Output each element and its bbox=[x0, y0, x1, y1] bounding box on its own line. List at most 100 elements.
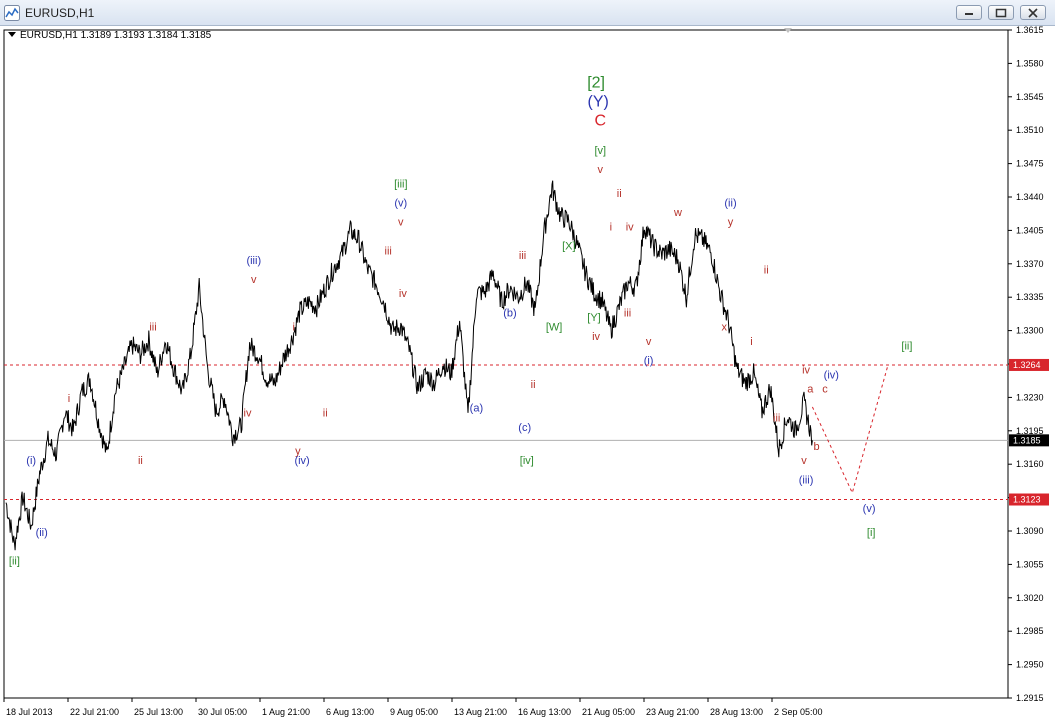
wave-label: [W] bbox=[546, 322, 563, 334]
symbol-header-text: EURUSD,H1 1.3189 1.3193 1.3184 1.3185 bbox=[20, 30, 212, 41]
wave-label: [v] bbox=[594, 145, 606, 157]
wave-label: iv bbox=[244, 407, 252, 419]
wave-label: iv bbox=[399, 288, 407, 300]
price-level-label: 1.3264 bbox=[1013, 360, 1041, 370]
wave-label: (b) bbox=[503, 307, 516, 319]
wave-label: [iv] bbox=[520, 455, 534, 467]
wave-label: i bbox=[610, 221, 612, 233]
wave-label: v bbox=[598, 164, 604, 176]
wave-label: (Y) bbox=[588, 93, 609, 110]
y-tick-label: 1.3020 bbox=[1016, 593, 1044, 603]
y-tick-label: 1.3055 bbox=[1016, 559, 1044, 569]
wave-label: ii bbox=[617, 188, 622, 200]
wave-label: iii bbox=[624, 307, 631, 319]
x-tick-label: 13 Aug 21:00 bbox=[454, 707, 507, 717]
wave-label: iv bbox=[592, 331, 600, 343]
y-tick-label: 1.2915 bbox=[1016, 693, 1044, 703]
wave-label: ii bbox=[531, 379, 536, 391]
wave-label: (iv) bbox=[294, 455, 309, 467]
wave-label: [2] bbox=[587, 74, 605, 91]
wave-label: iii bbox=[385, 245, 392, 257]
wave-label: (iii) bbox=[246, 255, 261, 267]
wave-label: (i) bbox=[644, 355, 654, 367]
close-button[interactable] bbox=[1020, 5, 1046, 20]
x-tick-label: 28 Aug 13:00 bbox=[710, 707, 763, 717]
y-tick-label: 1.3195 bbox=[1016, 426, 1044, 436]
x-tick-label: 21 Aug 05:00 bbox=[582, 707, 635, 717]
wave-label: [Y] bbox=[587, 312, 600, 324]
wave-label: ii bbox=[138, 455, 143, 467]
wave-label: (i) bbox=[26, 455, 36, 467]
y-tick-label: 1.3545 bbox=[1016, 92, 1044, 102]
x-tick-label: 30 Jul 05:00 bbox=[198, 707, 247, 717]
wave-label: ii bbox=[323, 407, 328, 419]
x-tick-label: 16 Aug 13:00 bbox=[518, 707, 571, 717]
x-tick-label: 1 Aug 21:00 bbox=[262, 707, 310, 717]
x-tick-label: 9 Aug 05:00 bbox=[390, 707, 438, 717]
price-level-label: 1.3185 bbox=[1013, 435, 1041, 445]
chart-window-icon bbox=[4, 5, 20, 21]
wave-label: b bbox=[814, 441, 820, 453]
maximize-button[interactable] bbox=[988, 5, 1014, 20]
price-chart[interactable]: 1.3615 1.3580 1.3545 1.3510 1.3475 1.3440 1.34… bbox=[0, 26, 1055, 726]
x-tick-label: 23 Aug 21:00 bbox=[646, 707, 699, 717]
y-tick-label: 1.3230 bbox=[1016, 392, 1044, 402]
minimize-button[interactable] bbox=[956, 5, 982, 20]
wave-label: (a) bbox=[470, 403, 483, 415]
x-tick-label: 2 Sep 05:00 bbox=[774, 707, 823, 717]
wave-label: (iv) bbox=[824, 369, 839, 381]
wave-label: iii bbox=[149, 322, 156, 334]
title-bar: EURUSD,H1 bbox=[0, 0, 1055, 26]
wave-label: iv bbox=[802, 365, 810, 377]
wave-label: [i] bbox=[867, 527, 876, 539]
y-tick-label: 1.3475 bbox=[1016, 159, 1044, 169]
wave-label: i bbox=[292, 322, 294, 334]
wave-label: (ii) bbox=[724, 198, 736, 210]
y-tick-label: 1.3510 bbox=[1016, 125, 1044, 135]
x-tick-label: 22 Jul 21:00 bbox=[70, 707, 119, 717]
close-icon bbox=[1028, 8, 1038, 18]
wave-label: ii bbox=[764, 264, 769, 276]
x-tick-label: 25 Jul 13:00 bbox=[134, 707, 183, 717]
x-tick-label: 6 Aug 13:00 bbox=[326, 707, 374, 717]
wave-label: (v) bbox=[394, 198, 407, 210]
minimize-icon bbox=[965, 13, 973, 15]
wave-label: i bbox=[750, 336, 752, 348]
wave-label: y bbox=[728, 217, 734, 229]
y-tick-label: 1.3405 bbox=[1016, 225, 1044, 235]
wave-label: v bbox=[646, 336, 652, 348]
symbol-header: EURUSD,H1 1.3189 1.3193 1.3184 1.3185 bbox=[8, 30, 211, 41]
y-tick-label: 1.2950 bbox=[1016, 660, 1044, 670]
y-tick-label: 1.3160 bbox=[1016, 459, 1044, 469]
wave-label: [ii] bbox=[901, 341, 912, 353]
wave-label: a bbox=[807, 384, 814, 396]
x-tick-label: 18 Jul 2013 bbox=[6, 707, 53, 717]
window-title: EURUSD,H1 bbox=[25, 6, 95, 20]
wave-label: v bbox=[801, 455, 807, 467]
wave-label: [ii] bbox=[9, 555, 20, 567]
wave-label: (ii) bbox=[36, 527, 48, 539]
y-tick-label: 1.3300 bbox=[1016, 326, 1044, 336]
y-tick-label: 1.3335 bbox=[1016, 292, 1044, 302]
wave-label: iii bbox=[773, 412, 780, 424]
wave-label: C bbox=[595, 112, 607, 129]
wave-label: (iii) bbox=[799, 474, 814, 486]
wave-label: (v) bbox=[863, 503, 876, 515]
wave-label: iv bbox=[626, 221, 634, 233]
chart-canvas[interactable]: 1.3615 1.3580 1.3545 1.3510 1.3475 1.3440 1.34… bbox=[0, 26, 1055, 726]
y-tick-label: 1.3090 bbox=[1016, 526, 1044, 536]
wave-label: v bbox=[251, 274, 257, 286]
wave-label: iii bbox=[519, 250, 526, 262]
y-tick-label: 1.3440 bbox=[1016, 192, 1044, 202]
wave-label: (c) bbox=[518, 422, 531, 434]
y-tick-label: 1.2985 bbox=[1016, 626, 1044, 636]
price-level-label: 1.3123 bbox=[1013, 495, 1041, 505]
wave-label: [X] bbox=[562, 240, 575, 252]
y-tick-label: 1.3615 bbox=[1016, 26, 1044, 35]
wave-label: x bbox=[721, 322, 727, 334]
wave-label: [iii] bbox=[394, 178, 407, 190]
y-tick-label: 1.3370 bbox=[1016, 259, 1044, 269]
wave-label: i bbox=[68, 393, 70, 405]
wave-label: v bbox=[398, 217, 404, 229]
dropdown-arrow-icon bbox=[8, 32, 16, 37]
